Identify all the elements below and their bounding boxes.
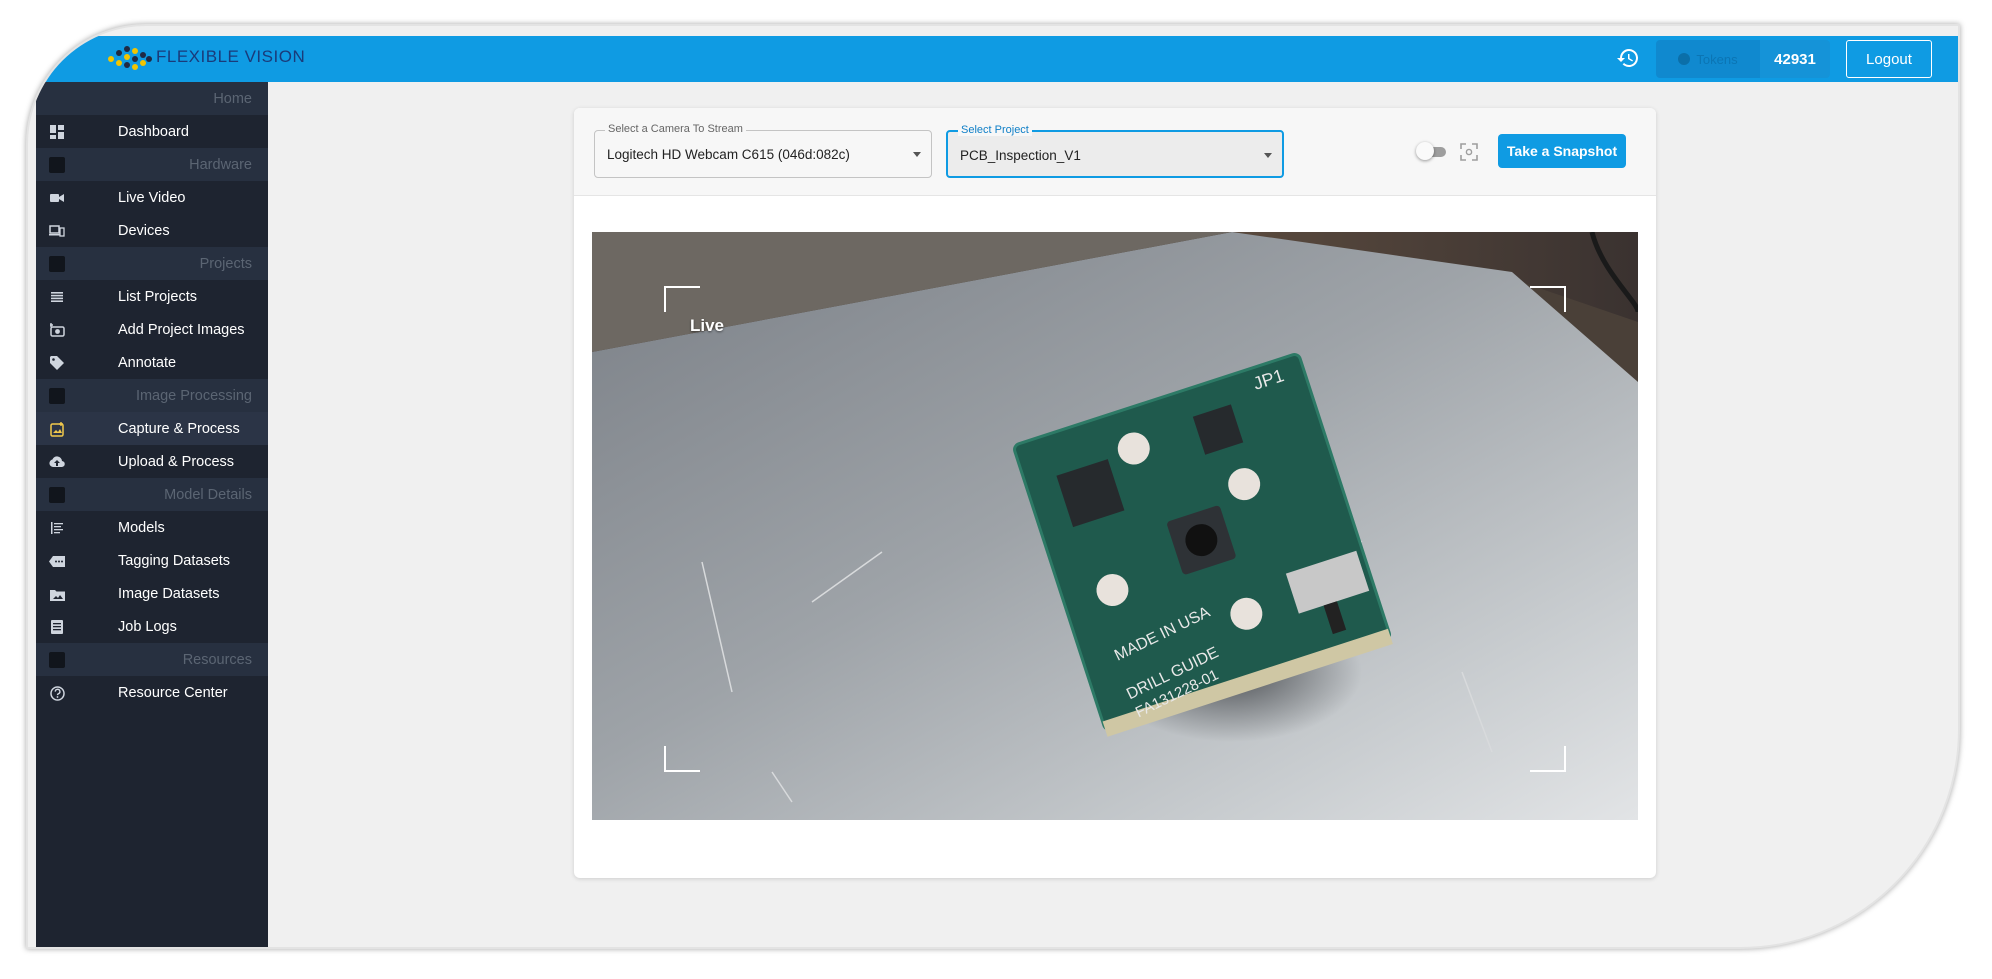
top-bar: FLEXIBLE VISION Tokens 42931 Logout [28,36,1958,82]
brand-name: FLEXIBLE VISION [156,47,306,66]
sidebar-item-devices[interactable]: Devices [36,214,268,247]
tokens-badge: Tokens 42931 [1656,40,1830,78]
label-icon [48,552,66,570]
frame-corner-bottom-right [1530,746,1566,772]
project-select[interactable]: Select Project PCB_Inspection_V1 [946,124,1284,178]
capture-icon [48,420,66,438]
section-icon [49,256,65,272]
devices-icon [48,222,66,240]
focus-frame-icon[interactable] [1460,143,1478,161]
sidebar-section-resources: Resources [36,643,268,676]
sidebar-item-models[interactable]: Models [36,511,268,544]
sidebar-section-hardware: Hardware [36,148,268,181]
sidebar-item-upload-process[interactable]: Upload & Process [36,445,268,478]
logout-button[interactable]: Logout [1846,40,1932,78]
history-icon[interactable] [1616,46,1640,70]
video-camera-icon [48,189,66,207]
sidebar-section-image-processing: Image Processing [36,379,268,412]
sidebar-item-list-projects[interactable]: List Projects [36,280,268,313]
list-icon [48,288,66,306]
sidebar-item-resource-center[interactable]: Resource Center [36,676,268,709]
camera-select-value: Logitech HD Webcam C615 (046d:082c) [607,147,850,162]
cloud-upload-icon [48,453,66,471]
capture-card: Select a Camera To Stream Logitech HD We… [574,108,1656,878]
models-icon [48,519,66,537]
camera-frame-image: MADE IN USA DRILL GUIDE FA131228-01 JP1 [592,232,1638,820]
section-icon [49,388,65,404]
sidebar: Home Dashboard Hardware Live Video Devic… [36,82,268,947]
sidebar-item-annotate[interactable]: Annotate [36,346,268,379]
sidebar-item-dashboard[interactable]: Dashboard [36,115,268,148]
sidebar-item-image-datasets[interactable]: Image Datasets [36,577,268,610]
frame-corner-top-right [1530,286,1566,312]
project-select-value: PCB_Inspection_V1 [960,148,1081,163]
chevron-down-icon [913,152,921,157]
sidebar-item-tagging-datasets[interactable]: Tagging Datasets [36,544,268,577]
sidebar-item-add-project-images[interactable]: Add Project Images [36,313,268,346]
token-coin-icon [1678,53,1691,65]
camera-select-label: Select a Camera To Stream [605,123,746,135]
sidebar-section-model-details: Model Details [36,478,268,511]
section-icon [49,652,65,668]
chevron-down-icon [1264,153,1272,158]
project-select-label: Select Project [958,124,1032,136]
live-status-label: Live [690,316,725,335]
tag-icon [48,354,66,372]
logo-icon [100,42,152,72]
section-icon [49,157,65,173]
sidebar-section-projects: Projects [36,247,268,280]
live-video-feed: MADE IN USA DRILL GUIDE FA131228-01 JP1 … [592,232,1638,820]
help-icon [48,684,66,702]
brand-logo[interactable]: FLEXIBLE VISION [100,42,305,72]
stream-toggle[interactable] [1416,142,1448,160]
sidebar-item-live-video[interactable]: Live Video [36,181,268,214]
frame-corner-bottom-left [664,746,700,772]
sidebar-item-job-logs[interactable]: Job Logs [36,610,268,643]
take-snapshot-button[interactable]: Take a Snapshot [1498,134,1626,168]
frame-corner-top-left [664,286,700,312]
camera-select[interactable]: Select a Camera To Stream Logitech HD We… [594,123,932,178]
capture-controls: Select a Camera To Stream Logitech HD We… [574,108,1656,196]
sidebar-item-capture-process[interactable]: Capture & Process [36,412,268,445]
section-icon [49,487,65,503]
app-window: FLEXIBLE VISION Tokens 42931 Logout Home… [26,24,1960,949]
add-photo-icon [48,321,66,339]
image-folder-icon [48,585,66,603]
dashboard-icon [48,123,66,141]
tokens-label: Tokens [1696,51,1738,67]
tokens-count: 42931 [1760,40,1830,78]
document-icon [48,618,66,636]
sidebar-section-home: Home [36,82,268,115]
